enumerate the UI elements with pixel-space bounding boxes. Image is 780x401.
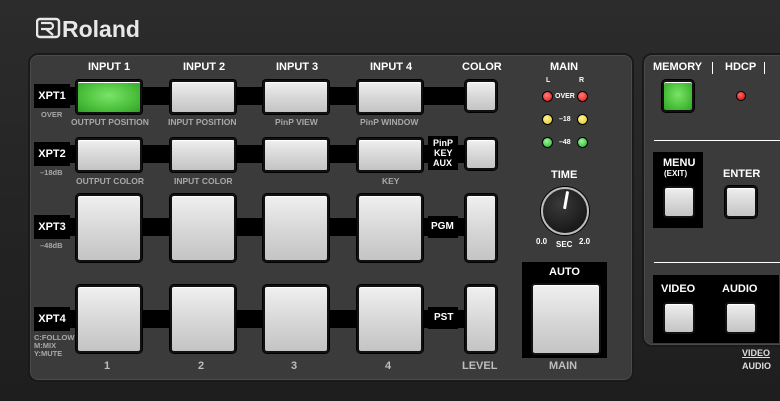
xpt4-input1-button[interactable] [76, 285, 142, 353]
menu-label: MENU [663, 157, 696, 169]
led-over-left [542, 91, 553, 102]
xpt4-input2-button[interactable] [170, 285, 236, 353]
audio-label: AUDIO [722, 283, 758, 295]
col-input4: INPUT 4 [370, 61, 413, 73]
auto-button[interactable] [531, 283, 601, 355]
xpt4-input3-button[interactable] [263, 285, 329, 353]
xpt4-input4-button[interactable] [357, 285, 423, 353]
xpt4-label: XPT4 [34, 307, 70, 331]
divider [712, 62, 713, 74]
enter-button[interactable] [725, 186, 757, 218]
hdcp-led [736, 91, 746, 101]
xpt3-label: XPT3 [34, 215, 70, 239]
xpt1-input3-button[interactable] [263, 80, 329, 114]
led-18-left [542, 114, 553, 125]
sub-pinp-window: PinP WINDOW [360, 117, 419, 127]
xpt2-input2-button[interactable] [170, 138, 236, 172]
xpt2-color-button[interactable] [465, 138, 497, 170]
pinp-label: PinP [433, 138, 454, 148]
sub-key: KEY [382, 176, 400, 186]
sub-input-color: INPUT COLOR [174, 176, 233, 186]
xpt2-input1-button[interactable] [76, 138, 142, 172]
col-input1: INPUT 1 [88, 61, 131, 73]
video-button[interactable] [663, 302, 695, 334]
time-min: 0.0 [536, 237, 548, 246]
key-label: KEY [434, 148, 453, 158]
time-label: TIME [551, 169, 578, 181]
col-input3: INPUT 3 [276, 61, 319, 73]
number-2: 2 [198, 360, 205, 372]
meter-r-label: R [579, 77, 585, 84]
meter-18-label: –18 [559, 116, 571, 123]
number-3: 3 [291, 360, 298, 372]
xpt1-input2-button[interactable] [170, 80, 236, 114]
pst-level-fader-button[interactable] [465, 285, 497, 353]
xpt2-input4-button[interactable] [357, 138, 423, 172]
sub-output-position: OUTPUT POSITION [71, 117, 149, 127]
sub-input-position: INPUT POSITION [168, 117, 237, 127]
pgm-label: PGM [431, 221, 454, 232]
memory-button[interactable] [662, 80, 694, 112]
xpt2-sub: –18dB [40, 168, 63, 177]
audio-button[interactable] [725, 302, 757, 334]
time-sec: SEC [556, 240, 573, 249]
video-audio-audio-label: AUDIO [742, 361, 771, 371]
sub-pinp-view: PinP VIEW [275, 117, 318, 127]
hdcp-label: HDCP [725, 61, 757, 73]
roland-logo-mark: Roland [36, 16, 140, 42]
xpt3-input1-button[interactable] [76, 194, 142, 262]
menu-exit-button[interactable] [663, 186, 695, 218]
divider [654, 140, 780, 141]
xpt1-label: XPT1 [34, 84, 70, 108]
xpt3-input4-button[interactable] [357, 194, 423, 262]
divider [654, 262, 780, 263]
xpt3-sub: –48dB [40, 241, 63, 250]
col-input2: INPUT 2 [183, 61, 226, 73]
led-48-left [542, 137, 553, 148]
sub-output-color: OUTPUT COLOR [76, 176, 144, 186]
enter-label: ENTER [723, 168, 761, 180]
meter-over-label: OVER [555, 93, 575, 100]
xpt1-input1-button[interactable] [76, 80, 142, 114]
roland-logo: Roland [36, 14, 168, 42]
xpt1-input4-button[interactable] [357, 80, 423, 114]
pgm-level-fader-button[interactable] [465, 194, 497, 262]
roland-logo-text: Roland [62, 16, 140, 42]
video-audio-video-label: VIDEO [742, 348, 771, 358]
number-4: 4 [385, 360, 392, 372]
aux-label: AUX [433, 158, 453, 168]
video-label: VIDEO [661, 283, 696, 295]
col-main: MAIN [550, 61, 579, 73]
xpt3-input2-button[interactable] [170, 194, 236, 262]
xpt2-input3-button[interactable] [263, 138, 329, 172]
time-knob[interactable] [541, 187, 589, 235]
xpt2-label: XPT2 [34, 142, 70, 166]
col-color: COLOR [462, 61, 502, 73]
pst-label: PST [434, 312, 454, 323]
memory-label: MEMORY [653, 61, 703, 73]
led-48-right [577, 137, 588, 148]
divider [764, 62, 765, 74]
auto-main-label: MAIN [549, 360, 578, 372]
meter-48-label: –48 [559, 139, 571, 146]
meter-l-label: L [546, 77, 551, 84]
xpt1-sub: OVER [41, 110, 63, 119]
xpt3-input3-button[interactable] [263, 194, 329, 262]
led-18-right [577, 114, 588, 125]
xpt1-color-button[interactable] [465, 80, 497, 112]
led-over-right [577, 91, 588, 102]
xpt4-sub-mute: Y:MUTE [34, 349, 63, 358]
time-max: 2.0 [579, 237, 591, 246]
menu-exit-label: (EXIT) [664, 169, 688, 178]
level-label: LEVEL [462, 360, 498, 372]
number-1: 1 [104, 360, 111, 372]
auto-label: AUTO [549, 266, 580, 278]
